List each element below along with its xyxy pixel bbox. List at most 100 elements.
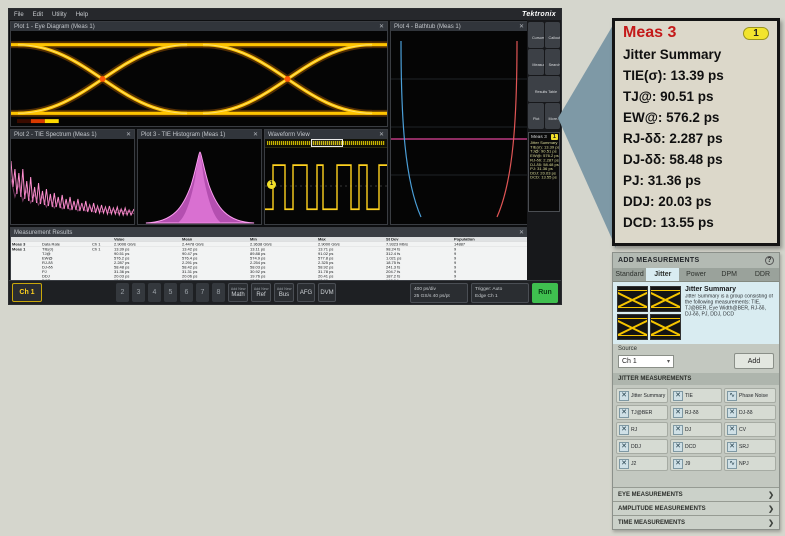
column-header: Value — [113, 237, 181, 242]
run-button[interactable]: Run — [532, 283, 558, 303]
panel-title: Waveform View — [268, 132, 310, 138]
measurement-icon: ✕ — [673, 442, 683, 452]
dvm-button[interactable]: DVM — [318, 283, 336, 302]
trigger-settings-badge[interactable]: Trigger: Auto Edge Ch 1 — [471, 283, 529, 303]
column-header: Mean — [181, 237, 249, 242]
jitter-measurements-section-header: JITTER MEASUREMENTS — [613, 373, 779, 385]
close-icon[interactable]: ✕ — [379, 131, 384, 138]
zoom-selection-window[interactable] — [311, 139, 343, 147]
jitter-summary-callout: Meas 3 1 Jitter SummaryTIE(σ): 13.39 psT… — [612, 18, 780, 246]
panel-title: Plot 2 - TIE Spectrum (Meas 1) — [14, 132, 97, 138]
callout-line: DJ-δδ: 58.48 ps — [623, 149, 769, 170]
measurement-button[interactable]: ∿ NPJ — [724, 456, 776, 471]
measurement-button[interactable]: ✕ TJ@BER — [616, 405, 668, 420]
panel-header: Plot 4 - Bathtub (Meas 1) ✕ — [391, 22, 527, 31]
tab-power[interactable]: Power — [679, 268, 712, 281]
channel-button[interactable]: 3 — [132, 283, 145, 302]
bathtub-plot — [391, 31, 527, 224]
source-value: Ch 1 — [622, 358, 637, 365]
close-icon[interactable]: ✕ — [253, 131, 258, 138]
close-icon[interactable]: ✕ — [379, 23, 384, 30]
measurement-icon: ✕ — [673, 425, 683, 435]
measurement-button[interactable]: ✕ DJ-δδ — [724, 405, 776, 420]
measure-button[interactable]: Measure — [528, 49, 544, 75]
measurement-button[interactable]: ✕ TIE — [670, 388, 722, 403]
measurement-button[interactable]: ✕ Jitter Summary — [616, 388, 668, 403]
tie-spectrum-panel: Plot 2 - TIE Spectrum (Meas 1) ✕ — [10, 129, 135, 225]
plot-button[interactable]: Plot — [528, 103, 544, 129]
source-dropdown[interactable]: Ch 1 ▾ — [618, 355, 674, 368]
measurement-button[interactable]: ✕ J9 — [670, 456, 722, 471]
badge-line: DCD: 13.55 ps — [530, 176, 558, 180]
chevron-right-icon: ❯ — [768, 505, 774, 513]
measurement-icon: ✕ — [619, 459, 629, 469]
close-icon[interactable]: ✕ — [519, 229, 524, 236]
table-row-group[interactable]: Meas 1 TIE(σ) Ch 1 13.39 ps 13.42 ps 13.… — [11, 247, 527, 280]
measurement-icon: ✕ — [727, 425, 737, 435]
callout-source-badge: 1 — [743, 27, 769, 40]
channel-1-marker: 1 — [267, 180, 276, 189]
collapsed-section[interactable]: AMPLITUDE MEASUREMENTS ❯ — [613, 501, 779, 515]
measurement-button[interactable]: ✕ J2 — [616, 456, 668, 471]
eye-diagram-plot — [11, 31, 387, 126]
measurement-button[interactable]: ✕ RJ — [616, 422, 668, 437]
panel-header: Measurement Results ✕ — [11, 228, 527, 237]
measurement-button[interactable]: ✕ RJ-δδ — [670, 405, 722, 420]
measurement-preview: Jitter Summary Jitter Summary is a group… — [613, 282, 779, 344]
menu-utility[interactable]: Utility — [52, 12, 67, 18]
callout-line: PJ: 31.36 ps — [623, 170, 769, 191]
menu-file[interactable]: File — [14, 12, 24, 18]
section-label: EYE MEASUREMENTS — [618, 492, 683, 498]
afg-button[interactable]: AFG — [297, 283, 315, 302]
measurement-button[interactable]: ✕ CV — [724, 422, 776, 437]
measurement-label: NPJ — [739, 461, 749, 466]
menu-help[interactable]: Help — [76, 12, 88, 18]
menu-bar: File Edit Utility Help Tektronix — [9, 9, 561, 20]
close-icon[interactable]: ✕ — [126, 131, 131, 138]
collapsed-section[interactable]: TIME MEASUREMENTS ❯ — [613, 515, 779, 529]
add-bus-button[interactable]: Add NewBus — [274, 283, 294, 302]
add-measurements-header: ADD MEASUREMENTS ? — [613, 253, 779, 268]
close-icon[interactable]: ✕ — [519, 23, 524, 30]
tab-jitter[interactable]: Jitter — [646, 268, 679, 281]
tie-spectrum-plot — [11, 139, 134, 224]
measurement-label: TJ@BER — [631, 410, 652, 415]
tab-standard[interactable]: Standard — [613, 268, 646, 281]
channel-button[interactable]: 8 — [212, 283, 225, 302]
measurement-button[interactable]: ✕ DJ — [670, 422, 722, 437]
eye-thumbnail — [617, 286, 648, 312]
measurement-button[interactable]: ✕ DCD — [670, 439, 722, 454]
bathtub-panel: Plot 4 - Bathtub (Meas 1) ✕ — [390, 21, 528, 225]
measurement-icon: ✕ — [727, 408, 737, 418]
measurement-button[interactable]: ✕ SRJ — [724, 439, 776, 454]
measurement-button[interactable]: ✕ DDJ — [616, 439, 668, 454]
callout-line: DCD: 13.55 ps — [623, 212, 769, 233]
horizontal-settings-badge[interactable]: 400 ps/div 25 GS/s 40 ps/pt — [410, 283, 468, 303]
panel-title: Measurement Results — [14, 230, 72, 236]
channel-button[interactable]: 4 — [148, 283, 161, 302]
measurement-button[interactable]: ∿ Phase Noise — [724, 388, 776, 403]
eye-thumbnail — [650, 314, 681, 340]
zoom-overview-bar[interactable] — [265, 139, 387, 148]
help-icon[interactable]: ? — [765, 256, 774, 265]
section-label: TIME MEASUREMENTS — [618, 520, 685, 526]
cursors-button[interactable]: Cursors — [528, 22, 544, 48]
measurement-icon: ✕ — [673, 391, 683, 401]
plot-area: Plot 1 - Eye Diagram (Meas 1) ✕ — [9, 20, 527, 280]
channel-button[interactable]: 7 — [196, 283, 209, 302]
add-measurements-panel: ADD MEASUREMENTS ? Standard Jitter Power… — [612, 252, 780, 530]
add-button[interactable]: Add — [734, 353, 774, 369]
channel-1-badge[interactable]: Ch 1 — [12, 283, 42, 302]
preview-title: Jitter Summary — [685, 286, 775, 293]
panel-title: Plot 3 - TIE Histogram (Meas 1) — [141, 132, 225, 138]
tab-dpm[interactable]: DPM — [713, 268, 746, 281]
channel-button[interactable]: 2 — [116, 283, 129, 302]
channel-button[interactable]: 5 — [164, 283, 177, 302]
add-math-button[interactable]: Add NewMath — [228, 283, 248, 302]
callout-line: DDJ: 20.03 ps — [623, 191, 769, 212]
add-ref-button[interactable]: Add NewRef — [251, 283, 271, 302]
channel-button[interactable]: 6 — [180, 283, 193, 302]
tab-ddr[interactable]: DDR — [746, 268, 779, 281]
collapsed-section[interactable]: EYE MEASUREMENTS ❯ — [613, 487, 779, 501]
menu-edit[interactable]: Edit — [33, 12, 43, 18]
